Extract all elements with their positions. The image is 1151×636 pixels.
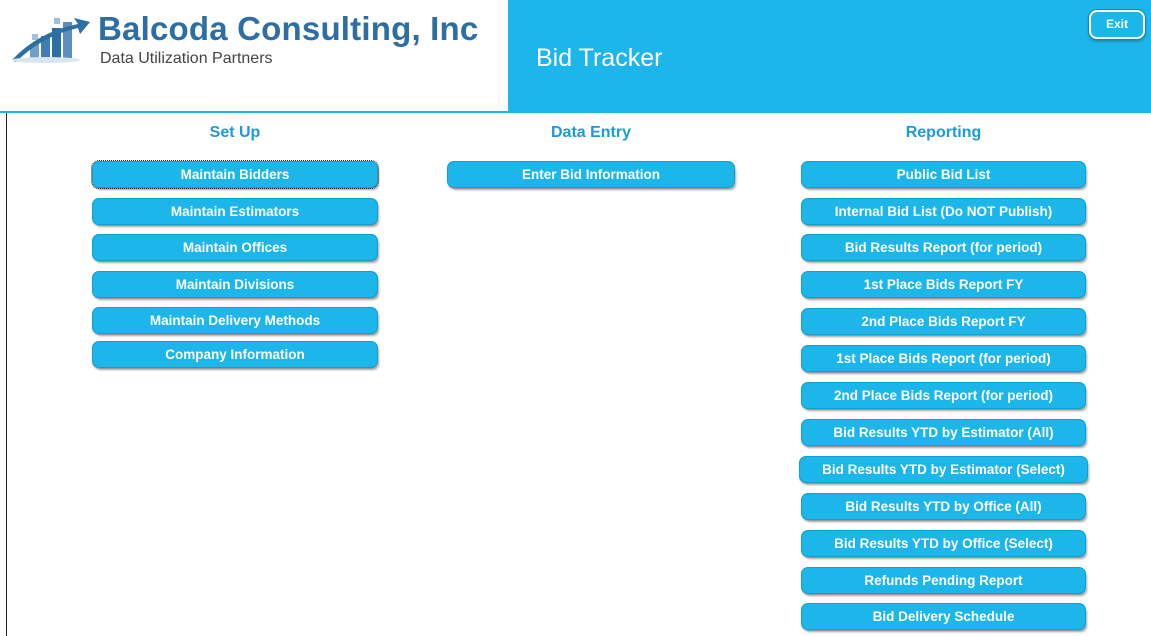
setup-heading: Set Up bbox=[209, 124, 261, 141]
first-place-bids-fy-button[interactable]: 1st Place Bids Report FY bbox=[802, 272, 1085, 297]
bid-results-ytd-office-select-button[interactable]: Bid Results YTD by Office (Select) bbox=[802, 531, 1085, 556]
bid-delivery-schedule-button[interactable]: Bid Delivery Schedule bbox=[802, 604, 1085, 629]
maintain-divisions-button[interactable]: Maintain Divisions bbox=[93, 272, 377, 297]
company-information-button[interactable]: Company Information bbox=[93, 342, 377, 367]
bid-results-ytd-estimator-select-button[interactable]: Bid Results YTD by Estimator (Select) bbox=[800, 457, 1087, 482]
reporting-heading: Reporting bbox=[905, 124, 982, 141]
maintain-delivery-methods-button[interactable]: Maintain Delivery Methods bbox=[93, 308, 377, 333]
bid-results-ytd-estimator-all-button[interactable]: Bid Results YTD by Estimator (All) bbox=[802, 420, 1085, 445]
app-title: Bid Tracker bbox=[536, 44, 663, 72]
data-entry-heading: Data Entry bbox=[550, 124, 632, 141]
left-border bbox=[6, 113, 7, 636]
company-name: Balcoda Consulting, Inc bbox=[98, 10, 479, 47]
maintain-offices-button[interactable]: Maintain Offices bbox=[93, 235, 377, 260]
maintain-estimators-button[interactable]: Maintain Estimators bbox=[93, 199, 377, 224]
balcoda-logo-icon bbox=[12, 18, 90, 63]
bid-results-report-button[interactable]: Bid Results Report (for period) bbox=[802, 235, 1085, 260]
second-place-bids-period-button[interactable]: 2nd Place Bids Report (for period) bbox=[802, 383, 1085, 408]
header-logo-area: Balcoda Consulting, Inc Data Utilization… bbox=[0, 0, 508, 111]
public-bid-list-button[interactable]: Public Bid List bbox=[802, 162, 1085, 187]
enter-bid-information-button[interactable]: Enter Bid Information bbox=[448, 162, 734, 187]
header-divider bbox=[0, 111, 1151, 113]
second-place-bids-fy-button[interactable]: 2nd Place Bids Report FY bbox=[802, 309, 1085, 334]
internal-bid-list-button[interactable]: Internal Bid List (Do NOT Publish) bbox=[802, 199, 1085, 224]
bid-results-ytd-office-all-button[interactable]: Bid Results YTD by Office (All) bbox=[802, 494, 1085, 519]
company-tagline: Data Utilization Partners bbox=[100, 50, 273, 67]
refunds-pending-report-button[interactable]: Refunds Pending Report bbox=[802, 568, 1085, 593]
exit-button[interactable]: Exit bbox=[1089, 10, 1145, 39]
maintain-bidders-button[interactable]: Maintain Bidders bbox=[91, 160, 379, 189]
first-place-bids-period-button[interactable]: 1st Place Bids Report (for period) bbox=[802, 346, 1085, 371]
